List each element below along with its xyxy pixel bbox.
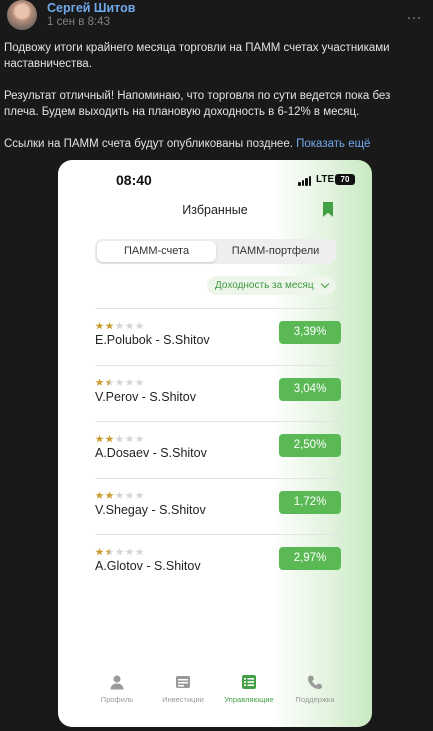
star-icon [125,491,134,499]
post-image[interactable]: 08:40 LTE 70 Избранные ПАММ-счета ПАММ-п… [58,160,372,727]
star-icon [115,548,124,556]
bottom-tab-bar: Профиль Инвестиции Управляющие Поддержка [58,671,372,727]
star-icon [105,378,114,386]
star-icon [135,548,144,556]
status-bar: 08:40 LTE 70 [58,170,372,190]
tab-support-label: Поддержка [295,695,335,704]
list-item[interactable]: V.Shegay - S.Shitov 1,72% [95,477,341,535]
account-name: E.Polubok - S.Shitov [95,333,210,347]
star-icon [125,435,134,443]
star-icon [135,322,144,330]
rating-stars [95,322,145,330]
status-clock: 08:40 [116,172,152,188]
star-icon [105,491,114,499]
account-type-switch: ПАММ-счета ПАММ-портфели [95,239,336,264]
star-icon [115,491,124,499]
star-icon [105,322,114,330]
star-icon [115,435,124,443]
list-item[interactable]: A.Dosaev - S.Shitov 2,50% [95,421,341,478]
return-badge: 2,50% [279,434,341,457]
list-item[interactable]: E.Polubok - S.Shitov 3,39% [95,308,341,365]
phone-icon [308,675,322,689]
star-icon [125,548,134,556]
tab-pamm-portfolios[interactable]: ПАММ-портфели [216,241,335,262]
star-icon [105,548,114,556]
battery-icon: 70 [335,174,355,185]
investments-icon [176,676,190,688]
star-icon [115,378,124,386]
star-icon [95,378,104,386]
managers-icon [242,675,256,689]
profile-icon [110,675,124,690]
list-item[interactable]: V.Perov - S.Shitov 3,04% [95,364,341,422]
author-name[interactable]: Сергей Шитов [47,1,135,15]
rating-stars [95,491,145,500]
chevron-down-icon [320,279,329,289]
post-paragraph: Подвожу итоги крайнего месяца торговли н… [4,42,390,70]
rating-stars [95,435,145,443]
show-more-link[interactable]: Показать ещё [296,138,370,150]
star-icon [135,435,144,443]
sort-filter-label: Доходность за месяц [215,280,314,291]
star-icon [95,548,104,556]
star-icon [105,435,114,443]
rating-stars [95,548,145,556]
post-header: Сергей Шитов 1 сен в 8:43 … [0,0,433,36]
accounts-list: E.Polubok - S.Shitov 3,39% V.Perov - S.S… [95,308,341,591]
more-options-icon[interactable]: … [406,6,423,24]
tab-pamm-accounts[interactable]: ПАММ-счета [97,241,216,262]
account-name: V.Perov - S.Shitov [95,389,196,404]
post-paragraph: Результат отличный! Напоминаю, что торго… [4,90,391,118]
return-badge: 3,39% [279,321,341,344]
rating-stars [95,378,145,387]
account-name: V.Shegay - S.Shitov [95,502,206,517]
star-icon [95,491,104,499]
star-icon [125,322,134,330]
tab-support[interactable]: Поддержка [276,674,354,704]
star-icon [95,322,104,330]
return-badge: 3,04% [279,377,341,401]
sort-filter-button[interactable]: Доходность за месяц [207,276,336,295]
star-icon [95,435,104,443]
list-item[interactable]: A.Glotov - S.Shitov 2,97% [95,534,341,591]
star-icon [135,491,144,499]
post-text: Подвожу итоги крайнего месяца торговли н… [4,40,424,152]
account-name: A.Glotov - S.Shitov [95,559,201,573]
post-paragraph-text: Ссылки на ПАММ счета будут опубликованы … [4,138,293,150]
post-paragraph: Ссылки на ПАММ счета будут опубликованы … [4,136,424,152]
avatar[interactable] [7,0,37,30]
return-badge: 1,72% [279,490,341,514]
post-time[interactable]: 1 сен в 8:43 [47,16,110,28]
network-label: LTE [316,174,335,185]
star-icon [125,378,134,386]
star-icon [115,322,124,330]
signal-icon [298,176,312,186]
star-icon [135,378,144,386]
account-name: A.Dosaev - S.Shitov [95,446,207,460]
return-badge: 2,97% [279,547,341,570]
